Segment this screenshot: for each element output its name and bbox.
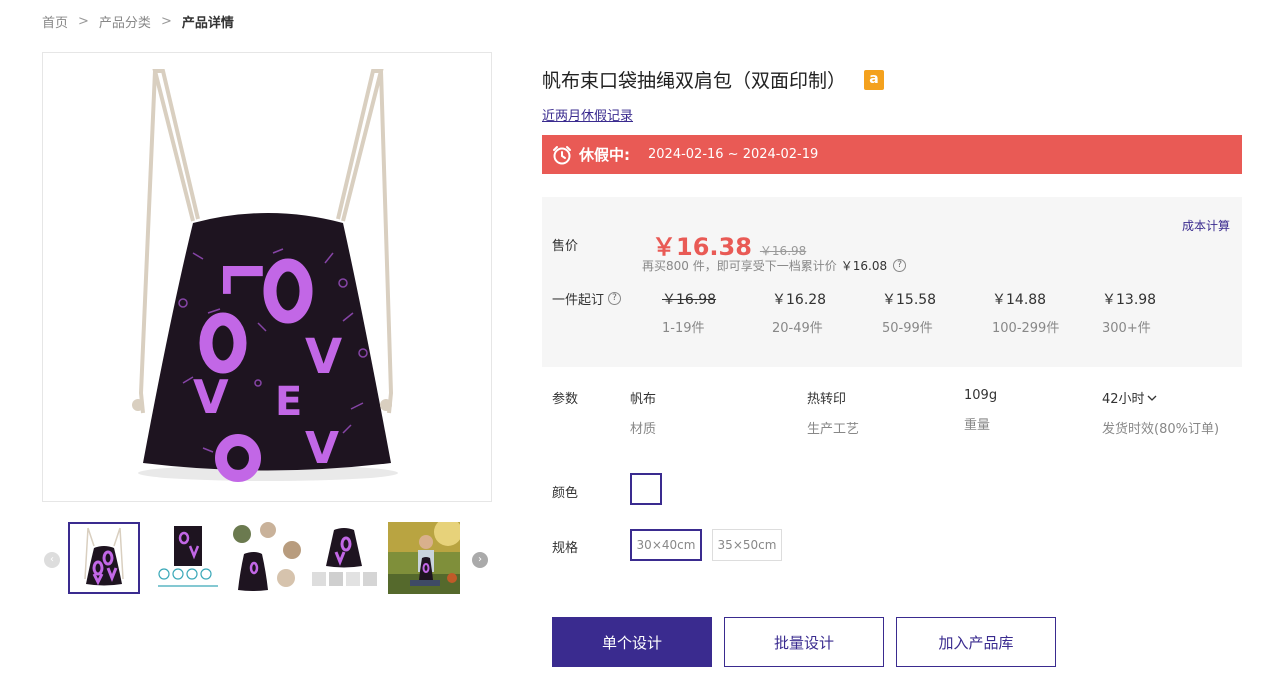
chevron-left-icon[interactable]: ‹ [44, 552, 60, 568]
size-option-30x40[interactable]: 30×40cm [630, 529, 702, 561]
min-order-label-row: 一件起订 ? [552, 289, 622, 308]
price-tier: ￥14.88 100-299件 [992, 289, 1102, 336]
svg-text:V: V [305, 329, 342, 385]
amazon-badge-icon: a [864, 69, 885, 90]
product-main-image[interactable]: L V V E V [42, 52, 492, 502]
breadcrumb-category[interactable]: 产品分类 [99, 12, 151, 31]
question-circle-icon[interactable]: ? [893, 259, 907, 272]
breadcrumb-separator: > [78, 14, 89, 29]
param-key: 发货时效(80%订单) [1102, 422, 1220, 437]
param-key: 材质 [630, 422, 657, 437]
svg-text:V: V [193, 370, 229, 424]
tier-range: 50-99件 [882, 321, 933, 336]
product-params: 参数 帆布 材质 热转印 生产工艺 109g 重量 42小时 发货时效(80%订… [542, 388, 1242, 448]
param-key: 生产工艺 [807, 422, 860, 437]
param-material: 帆布 材质 [630, 388, 656, 437]
breadcrumb-home[interactable]: 首页 [42, 12, 68, 31]
breadcrumb-separator: > [160, 14, 172, 29]
thumbnail-3[interactable] [230, 522, 302, 594]
svg-text:E: E [275, 379, 302, 425]
single-design-button[interactable]: 单个设计 [552, 617, 712, 667]
sale-price-label: 售价 [552, 239, 579, 254]
price-tier: ￥13.98 300+件 [1102, 289, 1212, 336]
tier-range: 300+件 [1102, 321, 1151, 336]
breadcrumb: 首页 > 产品分类 > 产品详情 [42, 12, 234, 31]
price-tier: ￥16.98 1-19件 [662, 289, 772, 336]
tier-price: ￥16.98 [662, 292, 717, 308]
param-process: 热转印 生产工艺 [807, 388, 859, 437]
param-value: 109g [964, 388, 998, 403]
param-value: 帆布 [630, 392, 657, 407]
color-swatch-white[interactable] [630, 473, 662, 505]
product-title-row: 帆布束口袋抽绳双肩包（双面印制） a [542, 66, 885, 93]
product-title: 帆布束口袋抽绳双肩包（双面印制） [542, 70, 847, 92]
param-value-row: 42小时 [1102, 388, 1219, 407]
thumbnail-strip: ‹ › [42, 522, 492, 594]
bag-lifestyle-photo [388, 522, 460, 594]
next-tier-note-text: 再买800 件，即可享受下一档累计价 [642, 259, 837, 273]
vacation-label: 休假中: [579, 146, 630, 164]
min-order-label: 一件起订 [552, 293, 605, 308]
thumbnail-4[interactable] [308, 522, 380, 594]
drawstring-bag-image: L V V E V [132, 69, 398, 482]
tier-price: ￥14.88 [992, 292, 1047, 308]
vacation-range: 2024-02-16 ~ 2024-02-19 [648, 147, 819, 162]
chevron-right-icon[interactable]: › [472, 552, 488, 568]
price-panel: 售价 成本计算 ￥16.38 ￥16.98 再买800 件，即可享受下一档累计价… [542, 197, 1242, 367]
param-shipping-time[interactable]: 42小时 发货时效(80%订单) [1102, 388, 1219, 437]
vacation-history-link[interactable]: 近两月休假记录 [542, 105, 633, 124]
params-label: 参数 [552, 392, 579, 407]
param-value: 热转印 [807, 392, 847, 407]
question-circle-icon[interactable]: ? [608, 292, 622, 305]
batch-design-button[interactable]: 批量设计 [724, 617, 884, 667]
breadcrumb-current: 产品详情 [181, 16, 234, 31]
tier-price: ￥15.58 [882, 292, 937, 308]
tier-range: 100-299件 [992, 321, 1060, 336]
alarm-clock-icon [553, 145, 571, 164]
param-weight: 109g 重量 [964, 388, 997, 433]
bag-size-chart-image [152, 522, 224, 594]
next-tier-note: 再买800 件，即可享受下一档累计价 ￥16.08 ? [642, 257, 907, 274]
thumbnail-5[interactable] [388, 522, 460, 594]
size-label: 规格 [552, 541, 579, 556]
bag-detail-collage-image [230, 522, 302, 594]
color-label: 颜色 [552, 486, 579, 501]
thumbnail-1[interactable] [68, 522, 140, 594]
size-option-35x50[interactable]: 35×50cm [712, 529, 782, 561]
bag-thumbnail-image [70, 524, 138, 592]
tier-range: 1-19件 [662, 321, 705, 336]
price-tier: ￥16.28 20-49件 [772, 289, 882, 336]
tier-range: 20-49件 [772, 321, 823, 336]
price-tier: ￥15.58 50-99件 [882, 289, 992, 336]
bag-features-image [308, 522, 380, 594]
add-to-library-button[interactable]: 加入产品库 [896, 617, 1056, 667]
chevron-down-icon[interactable] [1147, 394, 1157, 402]
tier-price: ￥13.98 [1102, 292, 1157, 308]
param-key: 重量 [964, 418, 991, 433]
vacation-banner: 休假中: 2024-02-16 ~ 2024-02-19 [542, 135, 1242, 174]
param-value: 42小时 [1102, 392, 1145, 407]
thumbnail-2[interactable] [152, 522, 224, 594]
next-tier-price: ￥16.08 [840, 259, 888, 273]
cost-calculation-link[interactable]: 成本计算 [1182, 217, 1230, 234]
tier-price: ￥16.28 [772, 292, 827, 308]
svg-text:V: V [305, 423, 339, 474]
